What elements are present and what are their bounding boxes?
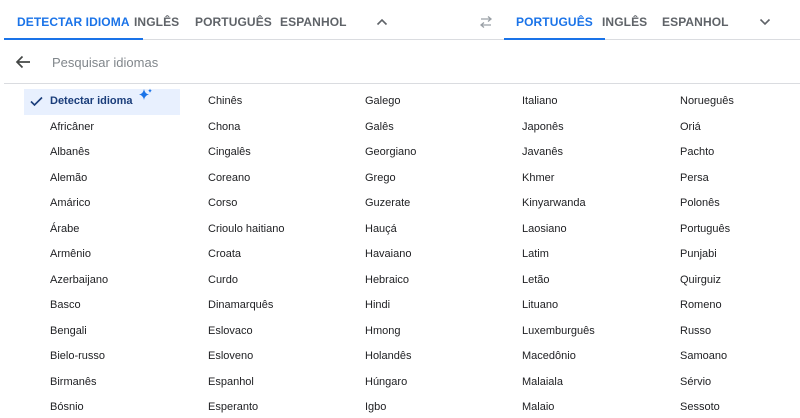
list-item[interactable]: Galego bbox=[339, 89, 416, 115]
list-item[interactable]: Havaiano bbox=[339, 242, 416, 268]
list-item[interactable]: Coreano bbox=[182, 166, 284, 192]
sparkle-icon bbox=[138, 87, 153, 113]
list-item[interactable]: Amárico bbox=[24, 191, 180, 217]
list-item[interactable]: Italiano bbox=[496, 89, 595, 115]
list-item[interactable]: Khmer bbox=[496, 166, 595, 192]
chevron-up-icon[interactable] bbox=[372, 12, 392, 32]
language-list: Detectar idioma Africâner Albanês Alemão… bbox=[0, 84, 800, 418]
tab-target-spanish[interactable]: ESPANHOL bbox=[662, 4, 729, 40]
list-item[interactable]: Igbo bbox=[339, 395, 416, 418]
list-item[interactable]: Armênio bbox=[24, 242, 180, 268]
list-item[interactable]: Macedônio bbox=[496, 344, 595, 370]
list-item[interactable]: Basco bbox=[24, 293, 180, 319]
list-item[interactable]: Hauçá bbox=[339, 217, 416, 243]
list-item[interactable]: Georgiano bbox=[339, 140, 416, 166]
tab-target-portuguese[interactable]: PORTUGUÊS bbox=[504, 4, 605, 40]
list-item[interactable]: Oriá bbox=[654, 115, 734, 141]
list-item[interactable]: Javanês bbox=[496, 140, 595, 166]
list-item[interactable]: Dinamarquês bbox=[182, 293, 284, 319]
list-item[interactable]: Punjabi bbox=[654, 242, 734, 268]
list-item[interactable]: Grego bbox=[339, 166, 416, 192]
tab-source-portuguese[interactable]: PORTUGUÊS bbox=[195, 4, 272, 40]
list-item[interactable]: Sérvio bbox=[654, 370, 734, 396]
language-column-1: Detectar idioma Africâner Albanês Alemão… bbox=[24, 87, 180, 418]
tab-detect-language[interactable]: DETECTAR IDIOMA bbox=[4, 4, 143, 40]
list-item[interactable]: Romeno bbox=[654, 293, 734, 319]
check-icon bbox=[30, 89, 44, 115]
list-item[interactable]: Kinyarwanda bbox=[496, 191, 595, 217]
list-item[interactable]: Africâner bbox=[24, 115, 180, 141]
language-column-4: Italiano Japonês Javanês Khmer Kinyarwan… bbox=[496, 89, 595, 418]
list-item[interactable]: Azerbaijano bbox=[24, 268, 180, 294]
list-item[interactable]: Samoano bbox=[654, 344, 734, 370]
list-item[interactable]: Luxemburguês bbox=[496, 319, 595, 345]
list-item[interactable]: Alemão bbox=[24, 166, 180, 192]
language-column-2: Chinês Chona Cingalês Coreano Corso Crio… bbox=[182, 89, 284, 418]
list-item[interactable]: Polonês bbox=[654, 191, 734, 217]
swap-languages-icon[interactable] bbox=[476, 12, 496, 32]
list-item[interactable]: Chona bbox=[182, 115, 284, 141]
list-item[interactable]: Português bbox=[654, 217, 734, 243]
chevron-down-icon[interactable] bbox=[755, 12, 775, 32]
tab-source-spanish[interactable]: ESPANHOL bbox=[280, 4, 347, 40]
list-item[interactable]: Chinês bbox=[182, 89, 284, 115]
list-item[interactable]: Esperanto bbox=[182, 395, 284, 418]
list-item-label: Detectar idioma bbox=[50, 95, 133, 107]
list-item[interactable]: Birmanês bbox=[24, 370, 180, 396]
list-item[interactable]: Lituano bbox=[496, 293, 595, 319]
arrow-back-icon[interactable] bbox=[12, 52, 34, 72]
list-item[interactable]: Russo bbox=[654, 319, 734, 345]
list-item[interactable]: Croata bbox=[182, 242, 284, 268]
list-item[interactable]: Persa bbox=[654, 166, 734, 192]
list-item[interactable]: Corso bbox=[182, 191, 284, 217]
list-item[interactable]: Cingalês bbox=[182, 140, 284, 166]
list-item-detect-language[interactable]: Detectar idioma bbox=[24, 87, 180, 115]
language-search-row bbox=[4, 40, 800, 84]
tab-source-english[interactable]: INGLÊS bbox=[134, 4, 179, 40]
list-item[interactable]: Malaio bbox=[496, 395, 595, 418]
list-item[interactable]: Bósnio bbox=[24, 395, 180, 418]
list-item[interactable]: Guzerate bbox=[339, 191, 416, 217]
list-item[interactable]: Húngaro bbox=[339, 370, 416, 396]
list-item[interactable]: Latim bbox=[496, 242, 595, 268]
list-item[interactable]: Holandês bbox=[339, 344, 416, 370]
list-item[interactable]: Hmong bbox=[339, 319, 416, 345]
list-item[interactable]: Albanês bbox=[24, 140, 180, 166]
list-item[interactable]: Quirguiz bbox=[654, 268, 734, 294]
list-item[interactable]: Hebraico bbox=[339, 268, 416, 294]
list-item[interactable]: Galês bbox=[339, 115, 416, 141]
language-tab-bar: DETECTAR IDIOMA INGLÊS PORTUGUÊS ESPANHO… bbox=[4, 4, 800, 40]
list-item[interactable]: Norueguês bbox=[654, 89, 734, 115]
list-item[interactable]: Letão bbox=[496, 268, 595, 294]
list-item[interactable]: Sessoto bbox=[654, 395, 734, 418]
list-item[interactable]: Eslovaco bbox=[182, 319, 284, 345]
list-item[interactable]: Bielo-russo bbox=[24, 344, 180, 370]
language-column-3: Galego Galês Georgiano Grego Guzerate Ha… bbox=[339, 89, 416, 418]
list-item[interactable]: Laosiano bbox=[496, 217, 595, 243]
list-item[interactable]: Árabe bbox=[24, 217, 180, 243]
list-item[interactable]: Pachto bbox=[654, 140, 734, 166]
tab-target-english[interactable]: INGLÊS bbox=[602, 4, 647, 40]
list-item[interactable]: Bengali bbox=[24, 319, 180, 345]
list-item[interactable]: Malaiala bbox=[496, 370, 595, 396]
list-item[interactable]: Japonês bbox=[496, 115, 595, 141]
language-column-5: Norueguês Oriá Pachto Persa Polonês Port… bbox=[654, 89, 734, 418]
list-item[interactable]: Hindi bbox=[339, 293, 416, 319]
search-input[interactable] bbox=[52, 50, 752, 74]
list-item[interactable]: Curdo bbox=[182, 268, 284, 294]
list-item[interactable]: Espanhol bbox=[182, 370, 284, 396]
list-item[interactable]: Esloveno bbox=[182, 344, 284, 370]
list-item[interactable]: Crioulo haitiano bbox=[182, 217, 284, 243]
